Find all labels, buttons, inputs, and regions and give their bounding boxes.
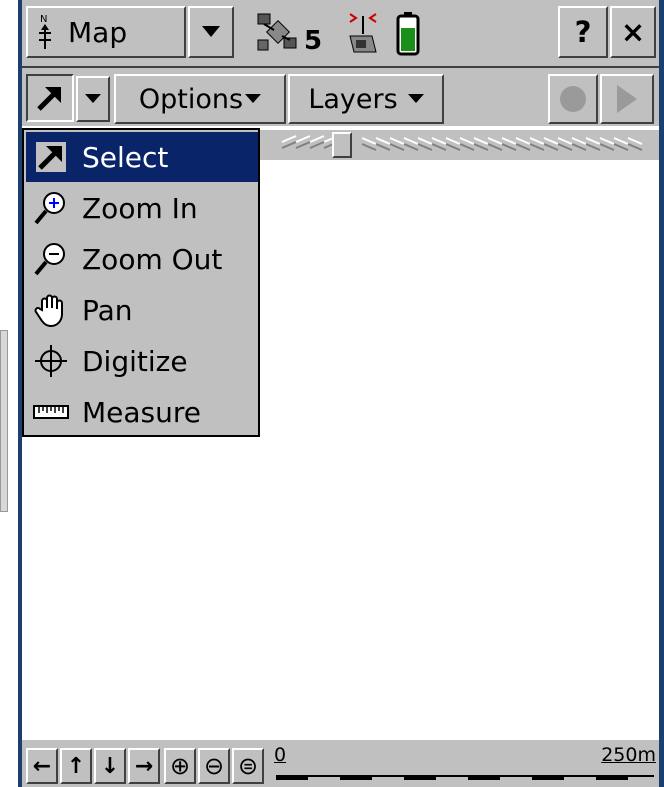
options-label: Options: [138, 83, 244, 115]
zoom-extent-button[interactable]: ⊜: [232, 748, 264, 784]
map-view-label: Map: [68, 15, 128, 49]
layers-menu-button[interactable]: Layers: [288, 74, 444, 124]
layers-label: Layers: [308, 83, 398, 115]
arrow-down-icon: ↓: [100, 753, 120, 779]
ruler-icon: [26, 387, 76, 437]
menu-item-label: Pan: [82, 293, 133, 327]
close-icon: ×: [620, 15, 646, 49]
pan-up-button[interactable]: ↑: [60, 748, 92, 784]
zoom-slider-thumb[interactable]: [332, 132, 352, 158]
active-tool-button[interactable]: [26, 74, 74, 122]
menu-item-label: Zoom Out: [82, 242, 223, 276]
map-view-button[interactable]: N Map: [26, 6, 186, 58]
play-button[interactable]: [600, 74, 654, 124]
pan-right-button[interactable]: →: [128, 748, 160, 784]
satellite-count: 5: [304, 26, 323, 56]
window-border-left: [18, 0, 22, 787]
record-button[interactable]: [548, 74, 598, 124]
menu-item-label: Zoom In: [82, 191, 198, 225]
crosshair-icon: [26, 336, 76, 386]
north-arrow-icon: N: [36, 13, 54, 51]
satellite-status[interactable]: 5: [254, 8, 334, 58]
menu-item-zoom-out[interactable]: Zoom Out: [26, 234, 258, 284]
receiver-status-icon[interactable]: [344, 8, 384, 58]
menu-item-label: Digitize: [82, 344, 188, 378]
record-icon: [560, 86, 586, 112]
map-view-dropdown-button[interactable]: [188, 6, 234, 58]
options-menu-button[interactable]: Options: [114, 74, 286, 124]
arrow-right-icon: →: [134, 753, 154, 779]
dropdown-arrow-icon: [85, 94, 101, 103]
pan-hand-icon: [26, 285, 76, 335]
tool-menu: Select Zoom In Zoom Out Pan Digitize Mea…: [22, 128, 260, 437]
zoom-extent-icon: ⊜: [237, 752, 259, 780]
arrow-up-icon: ↑: [66, 753, 86, 779]
map-toolbar: Options Layers: [22, 66, 659, 126]
menu-item-label: Select: [82, 140, 169, 174]
battery-icon[interactable]: [396, 12, 420, 56]
help-button[interactable]: ?: [558, 6, 608, 58]
pan-down-button[interactable]: ↓: [94, 748, 126, 784]
zoom-out-button[interactable]: ⊖: [198, 748, 230, 784]
window-border-right: [659, 0, 664, 787]
menu-item-select[interactable]: Select: [26, 132, 258, 182]
zoom-out-icon: [26, 234, 76, 284]
zoom-in-icon: ⊕: [169, 752, 191, 780]
dropdown-arrow-icon: [202, 26, 220, 37]
dropdown-arrow-icon: [407, 94, 424, 103]
menu-item-pan[interactable]: Pan: [26, 285, 258, 335]
arrow-left-icon: ←: [32, 753, 52, 779]
menu-item-label: Measure: [82, 395, 201, 429]
tool-dropdown-button[interactable]: [76, 76, 110, 122]
navigation-bar: ← ↑ ↓ → ⊕ ⊖ ⊜ 0 250m: [22, 740, 659, 787]
menu-item-digitize[interactable]: Digitize: [26, 336, 258, 386]
menu-item-zoom-in[interactable]: Zoom In: [26, 183, 258, 233]
close-button[interactable]: ×: [610, 6, 656, 58]
help-label: ?: [574, 15, 592, 49]
title-bar: N Map 5 ? ×: [22, 0, 659, 66]
dropdown-arrow-icon: [245, 94, 262, 103]
scale-bar: 0 250m: [274, 742, 656, 785]
svg-text:N: N: [40, 14, 47, 25]
play-icon: [617, 85, 637, 113]
zoom-in-icon: [26, 183, 76, 233]
zoom-out-icon: ⊖: [203, 752, 225, 780]
pan-left-button[interactable]: ←: [26, 748, 58, 784]
menu-item-measure[interactable]: Measure: [26, 387, 258, 437]
window-edge-tab: [0, 330, 8, 512]
select-arrow-icon: [37, 87, 61, 111]
satellite-icon: [257, 13, 297, 51]
select-arrow-icon: [26, 132, 76, 182]
zoom-in-button[interactable]: ⊕: [164, 748, 196, 784]
